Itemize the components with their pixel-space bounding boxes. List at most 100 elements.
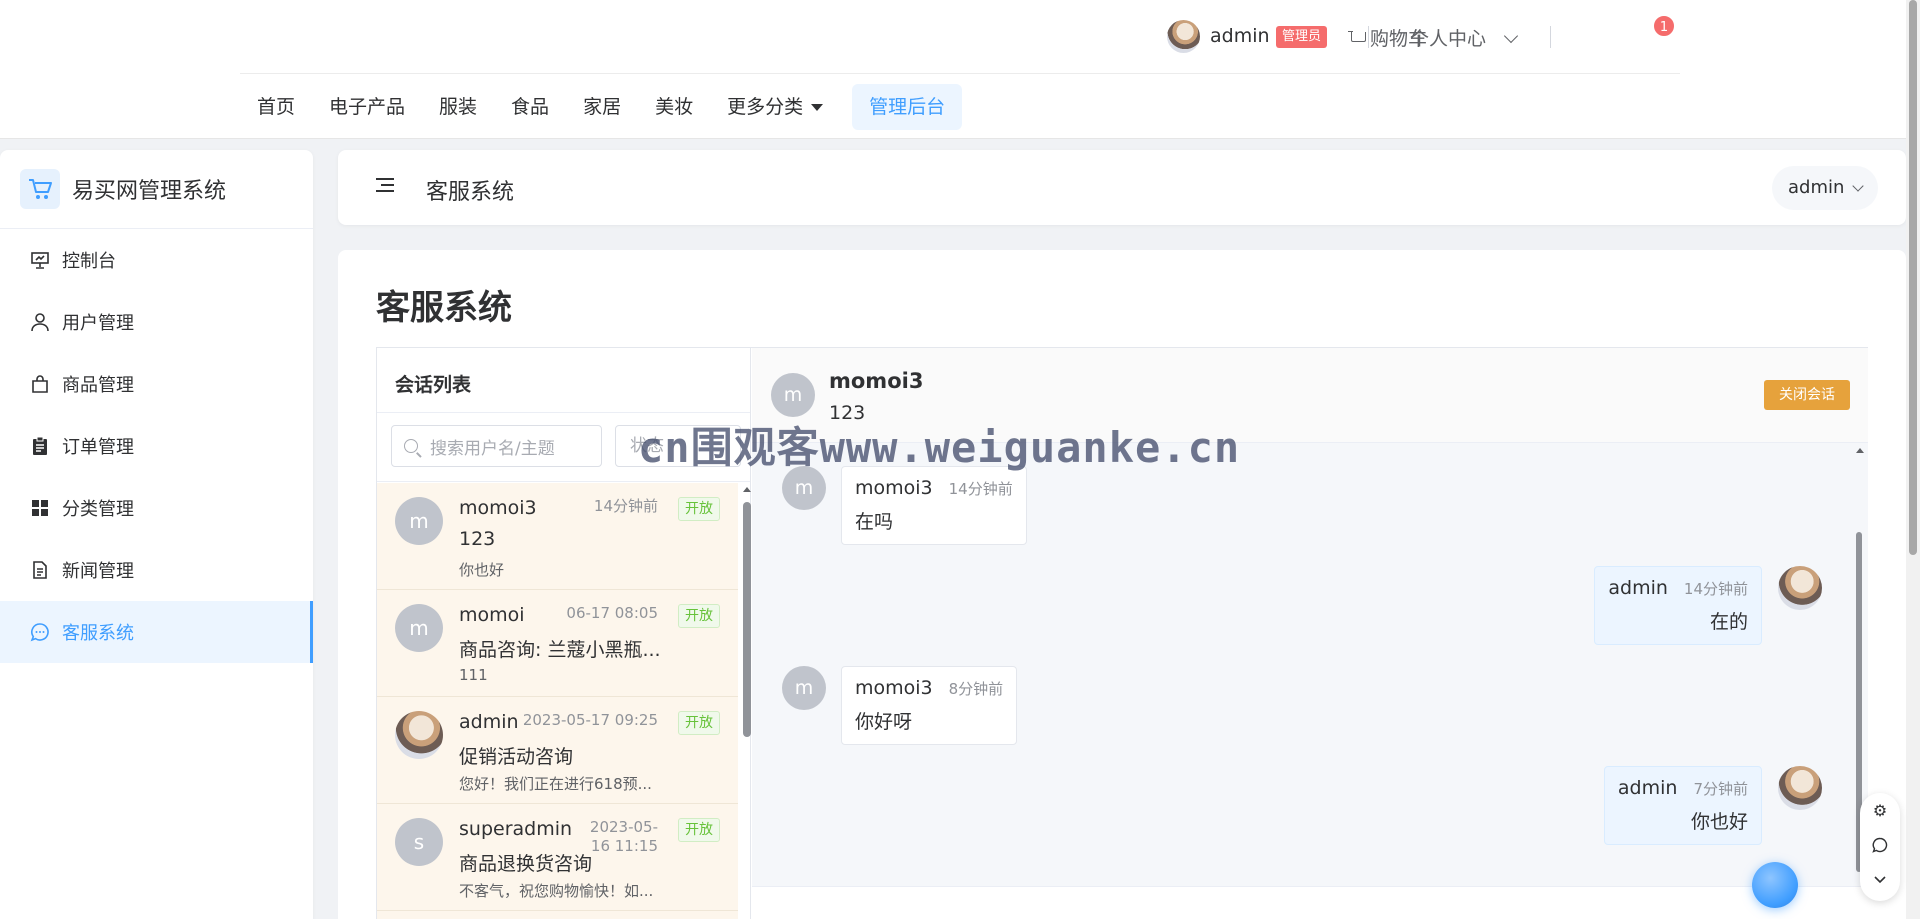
conversation-user: momoi (459, 604, 525, 626)
floating-toolbar: ⚙ (1860, 793, 1900, 901)
sidebar-item-label: 分类管理 (62, 499, 134, 520)
user-icon (30, 312, 50, 332)
conversation-item[interactable]: admin 2023-05-17 09:25 开放 促销活动咨询 您好！我们正在… (377, 697, 738, 804)
presentation-icon (30, 250, 50, 270)
nav-home[interactable]: 首页 (240, 84, 312, 130)
sidebar-item-label: 客服系统 (62, 623, 134, 644)
avatar: s (395, 818, 443, 866)
avatar: m (771, 373, 815, 417)
conversation-last-message: 不客气，祝您购物愉快！如... (459, 882, 654, 900)
cart-label: 购物车 (1370, 28, 1428, 50)
main-content: 客服系统 会话列表 搜索用户名/主题 状态 m momoi3 14分钟前 开放 … (338, 250, 1906, 919)
nav-food[interactable]: 食品 (494, 84, 566, 130)
message-text: 你好呀 (855, 711, 913, 733)
sidebar-item-customer-service[interactable]: 客服系统 (0, 601, 313, 663)
sidebar-item-products[interactable]: 商品管理 (0, 353, 313, 415)
sidebar-item-categories[interactable]: 分类管理 (0, 477, 313, 539)
scrollbar-thumb[interactable] (743, 502, 751, 737)
divider (1550, 26, 1551, 48)
conversation-last-message: 您好！我们正在进行618预... (459, 775, 652, 793)
conversation-subject: 123 (459, 528, 496, 550)
category-nav: 首页 电子产品 服装 食品 家居 美妆 更多分类 管理后台 (240, 84, 963, 130)
message-sender: admin (1617, 777, 1678, 799)
nav-admin-backend[interactable]: 管理后台 (852, 84, 963, 130)
watermark: cn围观客www.weiguanke.cn (638, 423, 1241, 472)
user-bar: admin 管理员 个人中心 (240, 0, 1680, 74)
nav-clothing[interactable]: 服装 (422, 84, 494, 130)
scrollbar-thumb[interactable] (1909, 0, 1917, 555)
sidebar-item-label: 控制台 (62, 251, 116, 272)
avatar: m (395, 497, 443, 545)
message-time: 7分钟前 (1693, 780, 1748, 798)
status-badge: 开放 (678, 711, 720, 735)
nav-beauty[interactable]: 美妆 (638, 84, 710, 130)
sidebar-item-users[interactable]: 用户管理 (0, 291, 313, 353)
conversation-scrollbar[interactable] (743, 483, 751, 919)
conversation-last-message: 你也好 (459, 561, 505, 579)
conversation-item[interactable]: s superadmin 2023-05-16 11:15 开放 商品退换货咨询… (377, 804, 738, 911)
message-list[interactable]: m momoi3 14分钟前 在吗 admin 14分钟前 在的 m momoi3 8… (752, 444, 1850, 884)
sidebar-item-label: 新闻管理 (62, 561, 134, 582)
scroll-up-icon[interactable] (743, 487, 751, 492)
message-composer[interactable] (752, 886, 1868, 919)
comment-icon[interactable] (1870, 837, 1890, 857)
sidebar-item-news[interactable]: 新闻管理 (0, 539, 313, 601)
assistant-fab[interactable] (1752, 862, 1798, 908)
nav-home-furnishing[interactable]: 家居 (566, 84, 638, 130)
conversation-subject: 商品退换货咨询 (459, 853, 593, 875)
sidebar-item-orders[interactable]: 订单管理 (0, 415, 313, 477)
page-scrollbar[interactable] (1906, 0, 1920, 919)
avatar (1778, 766, 1822, 810)
header-user-menu[interactable]: admin (1772, 166, 1879, 210)
scroll-up-icon[interactable] (1856, 448, 1864, 453)
cart-logo-icon (20, 169, 60, 209)
sidebar-item-dashboard[interactable]: 控制台 (0, 229, 313, 291)
conversation-item[interactable]: m momoi 06-17 08:05 开放 商品咨询: 兰蔻小黑瓶... 11… (377, 590, 738, 697)
menu-collapse-icon[interactable] (376, 178, 394, 194)
gear-icon[interactable]: ⚙ (1870, 801, 1890, 821)
bag-icon (30, 374, 50, 394)
message-text: 在的 (1709, 611, 1748, 633)
close-conversation-button[interactable]: 关闭会话 (1764, 380, 1850, 410)
caret-down-icon (811, 103, 824, 111)
header-title: 客服系统 (426, 180, 515, 205)
sidebar-item-label: 订单管理 (62, 437, 134, 458)
grid-icon (30, 498, 50, 518)
message-bubble: momoi3 8分钟前 你好呀 (841, 666, 1018, 745)
status-badge: 开放 (678, 497, 720, 521)
conversation-item[interactable]: m momoi3 14分钟前 开放 123 你也好 (377, 483, 738, 590)
sidebar-item-label: 商品管理 (62, 375, 134, 396)
chat-icon (30, 622, 50, 642)
message-text: 在吗 (855, 511, 894, 533)
chevron-down-icon (1503, 28, 1519, 43)
conversation-subject: 商品咨询: 兰蔻小黑瓶... (459, 639, 661, 661)
user-name[interactable]: admin (1210, 25, 1270, 47)
chevron-down-icon[interactable] (1870, 871, 1890, 891)
cart-icon (1348, 29, 1368, 47)
user-avatar[interactable] (1167, 20, 1200, 53)
cart-count-badge: 1 (1652, 14, 1676, 38)
page-header: 客服系统 admin (338, 150, 1906, 225)
brand: 易买网管理系统 (0, 150, 313, 229)
message-time: 14分钟前 (948, 480, 1013, 498)
cart-link[interactable]: 购物车 (1348, 24, 1427, 51)
conversation-time: 2023-05-17 09:25 (522, 711, 658, 729)
nav-more-categories[interactable]: 更多分类 (710, 84, 840, 130)
nav-electronics[interactable]: 电子产品 (312, 84, 422, 130)
clipboard-icon (30, 436, 50, 456)
avatar (1778, 566, 1822, 610)
message-bubble: admin 7分钟前 你也好 (1603, 766, 1762, 845)
conversation-list[interactable]: m momoi3 14分钟前 开放 123 你也好 m momoi 06-17 … (377, 483, 738, 919)
conversation-last-message: 111 (459, 666, 488, 684)
sidebar: 易买网管理系统 控制台 用户管理 商品管理 订单管理 分类管理 新闻管理 客服系… (0, 150, 313, 919)
status-badge: 开放 (678, 604, 720, 628)
avatar: m (782, 666, 826, 710)
page-title: 客服系统 (376, 288, 512, 328)
chevron-down-icon (1852, 180, 1865, 192)
search-icon (404, 439, 418, 453)
message-bubble: momoi3 14分钟前 在吗 (841, 466, 1027, 545)
search-input[interactable]: 搜索用户名/主题 (391, 425, 602, 467)
avatar: m (395, 604, 443, 652)
conversation-user: admin (459, 711, 519, 733)
status-badge: 开放 (678, 818, 720, 842)
